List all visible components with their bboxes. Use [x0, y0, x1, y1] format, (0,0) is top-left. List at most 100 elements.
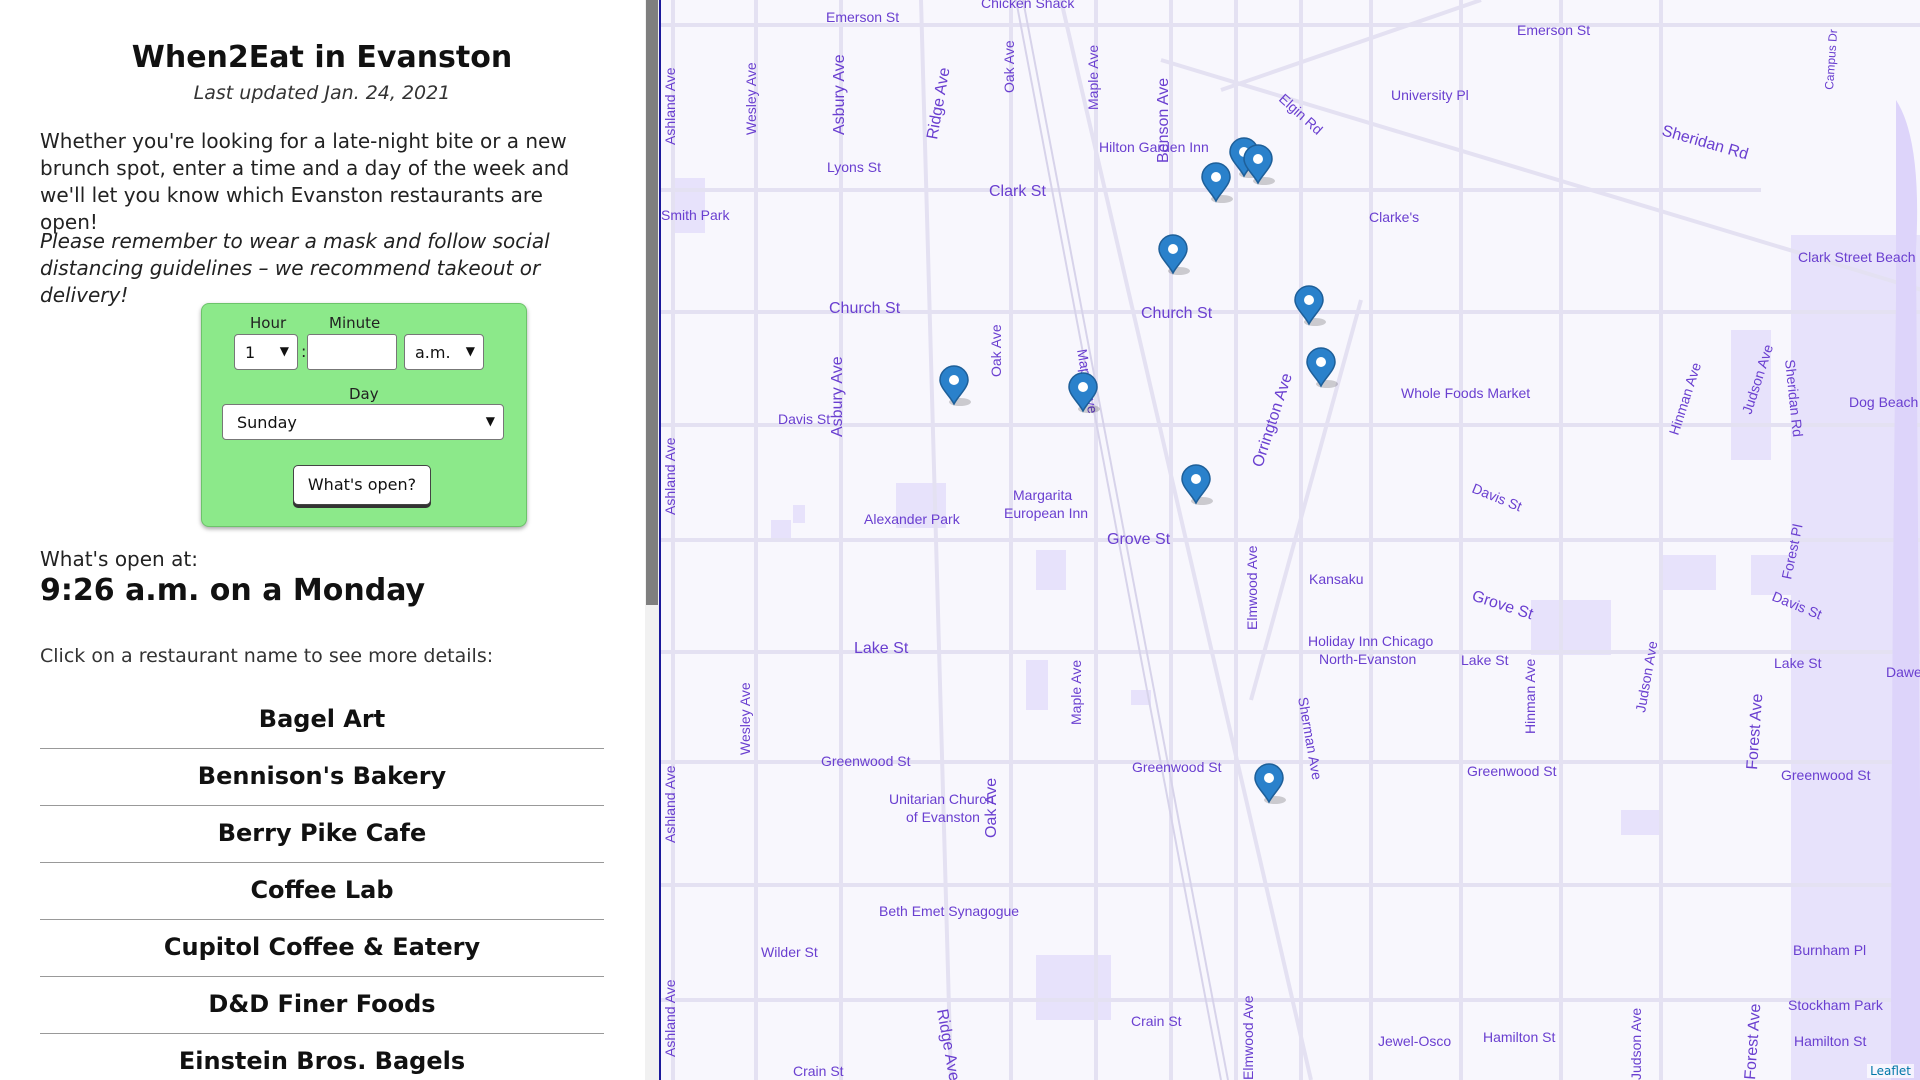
minute-input[interactable]: [307, 334, 397, 370]
restaurant-item[interactable]: D&D Finer Foods: [40, 977, 604, 1034]
map-label: Forest Ave: [1742, 1003, 1764, 1080]
map-label: Lake St: [1461, 652, 1509, 668]
map-label: Unitarian Church: [889, 791, 994, 807]
map-label: Emerson St: [1517, 22, 1590, 38]
safety-note: Please remember to wear a mask and follo…: [40, 229, 550, 307]
map-label: Ashland Ave: [662, 67, 678, 145]
map-marker[interactable]: [1254, 763, 1287, 805]
last-updated: Last updated Jan. 24, 2021: [193, 82, 451, 104]
day-value: Sunday: [237, 413, 297, 432]
day-label: Day: [349, 385, 379, 403]
map-label: Benson Ave: [1155, 78, 1172, 163]
map-marker[interactable]: [1306, 347, 1339, 389]
map-label: Grove St: [1107, 531, 1171, 548]
map-label: Oak Ave: [1001, 40, 1017, 93]
click-hint: Click on a restaurant name to see more d…: [40, 645, 494, 667]
sidebar-scrollbar[interactable]: [645, 0, 659, 1080]
map-marker[interactable]: [1158, 234, 1191, 276]
chevron-down-icon: ▼: [485, 414, 495, 428]
map-label: Davis St: [1470, 480, 1524, 514]
map-label: Asbury Ave: [829, 356, 846, 437]
map-label: Margarita: [1013, 487, 1072, 503]
map-label: Clarke's: [1369, 209, 1419, 225]
minute-label: Minute: [329, 314, 381, 332]
map-label: European Inn: [1004, 505, 1088, 521]
map-marker[interactable]: [1181, 464, 1214, 506]
map-label: Ashland Ave: [662, 437, 678, 515]
map-label: Greenwood St: [1781, 767, 1871, 783]
map-label: of Evanston: [906, 809, 980, 825]
restaurant-item[interactable]: Bennison's Bakery: [40, 749, 604, 806]
map-label: Asbury Ave: [831, 54, 848, 135]
map-label: Church St: [829, 300, 901, 317]
map-label: Forest Ave: [1744, 693, 1766, 770]
sidebar: When2Eat in Evanston Last updated Jan. 2…: [0, 0, 645, 1080]
map-label: Wesley Ave: [737, 682, 753, 755]
map-label: Elmwood Ave: [1244, 545, 1260, 630]
map-label: Crain St: [793, 1063, 844, 1079]
page-title: When2Eat in Evanston: [131, 40, 513, 75]
map-label: Dog Beach: [1849, 394, 1918, 410]
map-label: Ridge Ave: [924, 66, 953, 141]
map-label: Wesley Ave: [743, 62, 759, 135]
leaflet-attribution[interactable]: Leaflet: [1867, 1064, 1914, 1078]
map-label: Davis St: [778, 411, 830, 427]
map-marker[interactable]: [1201, 162, 1234, 204]
chevron-down-icon: ▼: [279, 344, 289, 358]
map[interactable]: Emerson St Emerson St Chicken Shack Univ…: [659, 0, 1920, 1080]
ampm-select[interactable]: a.m. ▼: [404, 334, 484, 370]
day-select[interactable]: Sunday ▼: [222, 404, 504, 440]
map-label: Judson Ave: [1628, 1008, 1644, 1080]
restaurant-list: Bagel Art Bennison's Bakery Berry Pike C…: [40, 692, 604, 1080]
hour-select[interactable]: 1 ▼: [234, 334, 298, 370]
map-label: Church St: [1141, 305, 1213, 322]
whats-open-button[interactable]: What's open?: [293, 465, 431, 505]
map-label: Beth Emet Synagogue: [879, 903, 1019, 919]
map-label: Hinman Ave: [1522, 659, 1538, 734]
map-label: Elmwood Ave: [1240, 995, 1256, 1080]
map-label: Ridge Ave: [933, 1008, 962, 1080]
map-label: Lyons St: [827, 159, 881, 175]
map-label: Greenwood St: [821, 753, 911, 769]
scrollbar-thumb[interactable]: [646, 0, 658, 605]
map-label: Smith Park: [661, 207, 730, 223]
open-at-label: What's open at:: [40, 547, 198, 571]
map-label: Jewel-Osco: [1378, 1033, 1451, 1049]
map-label: Ashland Ave: [662, 765, 678, 843]
map-label: Dawes: [1886, 664, 1920, 680]
chevron-down-icon: ▼: [465, 344, 475, 358]
map-label: Campus Dr: [1822, 29, 1840, 91]
map-label: Lake St: [854, 640, 909, 657]
restaurant-item[interactable]: Berry Pike Cafe: [40, 806, 604, 863]
restaurant-item[interactable]: Coffee Lab: [40, 863, 604, 920]
restaurant-item[interactable]: Einstein Bros. Bagels: [40, 1034, 604, 1080]
map-label: Kansaku: [1309, 571, 1363, 587]
map-label: Ashland Ave: [662, 979, 678, 1057]
map-marker[interactable]: [939, 365, 972, 407]
map-marker[interactable]: [1243, 144, 1276, 186]
map-label: Oak Ave: [983, 778, 1000, 838]
time-colon: :: [301, 342, 307, 361]
ampm-value: a.m.: [415, 343, 451, 362]
map-marker[interactable]: [1068, 372, 1101, 414]
map-label: Alexander Park: [864, 511, 961, 527]
map-label: Hamilton St: [1483, 1029, 1555, 1045]
map-label: Orrington Ave: [1250, 371, 1296, 469]
map-canvas[interactable]: Emerson St Emerson St Chicken Shack Univ…: [661, 0, 1920, 1080]
map-label: Maple Ave: [1085, 45, 1101, 110]
restaurant-item[interactable]: Bagel Art: [40, 692, 604, 749]
map-label: Crain St: [1131, 1013, 1182, 1029]
map-label: Wilder St: [761, 944, 818, 960]
map-label: North-Evanston: [1319, 651, 1416, 667]
intro-text: Whether you're looking for a late-night …: [40, 129, 570, 234]
map-label: Chicken Shack: [981, 0, 1075, 11]
map-label: Hilton Garden Inn: [1099, 139, 1209, 155]
restaurant-item[interactable]: Cupitol Coffee & Eatery: [40, 920, 604, 977]
map-label: Stockham Park: [1788, 997, 1884, 1013]
map-label: Greenwood St: [1132, 759, 1222, 775]
time-form: Hour Minute 1 ▼ : a.m. ▼ Day Sunday ▼ Wh…: [201, 303, 527, 527]
map-label: Whole Foods Market: [1401, 385, 1530, 401]
map-label: Clark St: [989, 183, 1046, 200]
map-label: Sheridan Rd: [1660, 123, 1750, 164]
map-label: Maple Ave: [1068, 660, 1084, 725]
